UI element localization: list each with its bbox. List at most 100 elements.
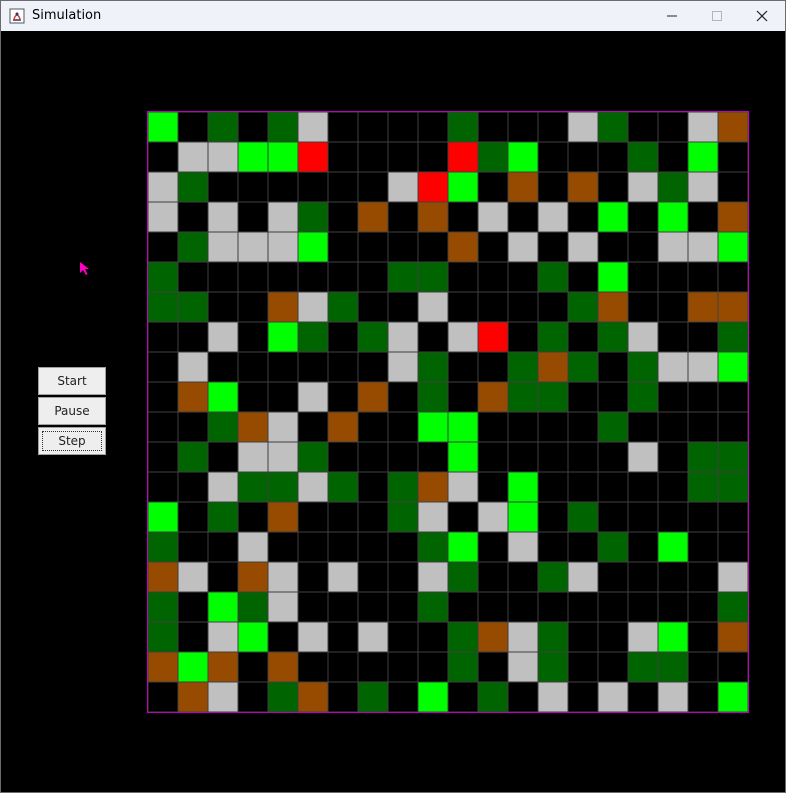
grid-cell-lime xyxy=(417,681,449,713)
grid-cell-empty xyxy=(537,471,569,503)
grid-cell-empty xyxy=(597,171,629,203)
close-button[interactable] xyxy=(739,1,785,31)
step-button[interactable]: Step xyxy=(38,427,106,455)
grid-cell-gray xyxy=(147,201,179,233)
grid-cell-empty xyxy=(297,531,329,563)
grid-cell-empty xyxy=(297,171,329,203)
grid-cell-darkgreen xyxy=(627,351,659,383)
start-button[interactable]: Start xyxy=(38,367,106,395)
grid-cell-darkgreen xyxy=(177,171,209,203)
grid-cell-empty xyxy=(237,201,269,233)
grid-cell-empty xyxy=(177,621,209,653)
grid-cell-gray xyxy=(177,141,209,173)
title-bar[interactable]: Simulation xyxy=(1,1,785,31)
grid-cell-brown xyxy=(717,111,749,143)
grid-cell-empty xyxy=(447,291,479,323)
grid-cell-gray xyxy=(447,321,479,353)
grid-cell-brown xyxy=(477,381,509,413)
grid-cell-empty xyxy=(327,111,359,143)
minimize-button[interactable] xyxy=(649,1,695,31)
grid-cell-empty xyxy=(627,261,659,293)
grid-cell-gray xyxy=(507,621,539,653)
grid-cell-darkgreen xyxy=(297,201,329,233)
grid-cell-darkgreen xyxy=(657,171,689,203)
grid-cell-brown xyxy=(477,621,509,653)
grid-cell-empty xyxy=(567,381,599,413)
grid-cell-empty xyxy=(447,381,479,413)
grid-cell-empty xyxy=(357,171,389,203)
grid-cell-darkgreen xyxy=(147,291,179,323)
grid-cell-empty xyxy=(327,321,359,353)
grid-cell-empty xyxy=(207,351,239,383)
grid-cell-empty xyxy=(537,501,569,533)
grid-cell-empty xyxy=(147,321,179,353)
maximize-button[interactable] xyxy=(694,1,740,31)
grid-cell-empty xyxy=(147,381,179,413)
grid-cell-darkgreen xyxy=(447,621,479,653)
grid-cell-empty xyxy=(297,651,329,683)
grid-cell-lime xyxy=(447,441,479,473)
grid-cell-gray xyxy=(207,201,239,233)
grid-cell-darkgreen xyxy=(507,351,539,383)
grid-cell-gray xyxy=(207,231,239,263)
grid-cell-empty xyxy=(657,591,689,623)
pause-button[interactable]: Pause xyxy=(38,397,106,425)
grid-cell-empty xyxy=(417,621,449,653)
simulation-grid[interactable] xyxy=(147,111,749,713)
grid-cell-empty xyxy=(177,411,209,443)
grid-cell-empty xyxy=(687,591,719,623)
grid-cell-darkgreen xyxy=(597,531,629,563)
grid-cell-empty xyxy=(267,621,299,653)
grid-cell-empty xyxy=(357,531,389,563)
grid-cell-empty xyxy=(537,291,569,323)
grid-cell-empty xyxy=(237,171,269,203)
grid-cell-empty xyxy=(687,621,719,653)
grid-cell-gray xyxy=(297,381,329,413)
grid-cell-empty xyxy=(567,261,599,293)
grid-cell-empty xyxy=(207,171,239,203)
grid-cell-darkgreen xyxy=(447,651,479,683)
grid-cell-empty xyxy=(687,201,719,233)
grid-cell-empty xyxy=(297,591,329,623)
grid-cell-empty xyxy=(687,561,719,593)
grid-cell-empty xyxy=(147,351,179,383)
grid-cell-empty xyxy=(657,441,689,473)
grid-cell-darkgreen xyxy=(627,651,659,683)
grid-cell-darkgreen xyxy=(657,651,689,683)
grid-cell-empty xyxy=(207,561,239,593)
grid-cell-empty xyxy=(597,231,629,263)
grid-cell-gray xyxy=(237,531,269,563)
grid-cell-brown xyxy=(267,501,299,533)
grid-cell-empty xyxy=(327,351,359,383)
grid-cell-empty xyxy=(177,591,209,623)
grid-cell-lime xyxy=(207,591,239,623)
grid-cell-empty xyxy=(357,231,389,263)
grid-cell-empty xyxy=(657,261,689,293)
grid-cell-empty xyxy=(237,111,269,143)
grid-cell-darkgreen xyxy=(267,471,299,503)
grid-cell-empty xyxy=(627,591,659,623)
grid-cell-empty xyxy=(147,231,179,263)
grid-cell-empty xyxy=(327,621,359,653)
grid-cell-empty xyxy=(327,141,359,173)
grid-cell-brown xyxy=(537,351,569,383)
grid-cell-empty xyxy=(477,561,509,593)
grid-cell-empty xyxy=(387,291,419,323)
grid-cell-darkgreen xyxy=(567,351,599,383)
grid-cell-empty xyxy=(327,681,359,713)
grid-cell-gray xyxy=(567,111,599,143)
focus-ring xyxy=(42,431,102,451)
grid-cell-darkgreen xyxy=(387,471,419,503)
grid-cell-darkgreen xyxy=(237,591,269,623)
grid-cell-empty xyxy=(477,171,509,203)
grid-cell-gray xyxy=(657,351,689,383)
grid-cell-lime xyxy=(207,381,239,413)
grid-cell-empty xyxy=(447,261,479,293)
grid-cell-darkgreen xyxy=(297,321,329,353)
grid-cell-darkgreen xyxy=(297,441,329,473)
grid-cell-empty xyxy=(177,531,209,563)
grid-cell-empty xyxy=(717,141,749,173)
grid-cell-empty xyxy=(537,531,569,563)
grid-cell-lime xyxy=(177,651,209,683)
grid-cell-empty xyxy=(387,531,419,563)
